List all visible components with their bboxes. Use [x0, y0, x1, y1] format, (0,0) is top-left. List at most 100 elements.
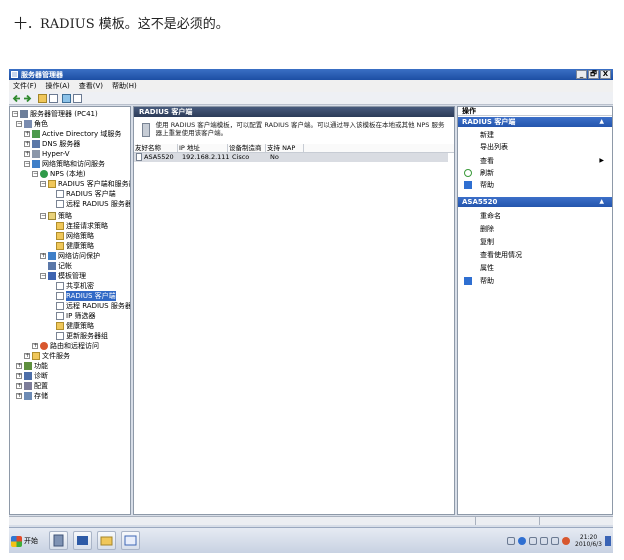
action-new[interactable]: 新建 [458, 129, 612, 141]
expand-icon[interactable]: + [24, 353, 30, 359]
features-icon [24, 362, 32, 370]
start-button[interactable]: 开始 [11, 534, 38, 548]
tree-item-radius-clients[interactable]: RADIUS 客户端 [56, 189, 116, 199]
column-friendly-name[interactable]: 友好名称 [134, 144, 178, 153]
tree-item-remediation-server-groups[interactable]: 更新服务器组 [56, 331, 108, 341]
tree-item-features[interactable]: + 功能 [16, 361, 48, 371]
menu-help[interactable]: 帮助(H) [112, 80, 137, 92]
taskbar-explorer-button[interactable] [97, 531, 116, 550]
action-export-list[interactable]: 导出列表 [458, 141, 612, 153]
column-ip-address[interactable]: IP 地址 [178, 144, 228, 153]
collapse-section-icon[interactable]: ▲ [599, 197, 604, 207]
up-folder-icon[interactable] [38, 94, 47, 103]
tree-item-file-services[interactable]: + 文件服务 [24, 351, 70, 361]
cell-ip-address: 192.168.2.111 [182, 153, 230, 161]
help-tray-icon[interactable] [518, 537, 527, 545]
collapse-icon[interactable]: − [40, 181, 46, 187]
taskbar-server-manager-button[interactable] [49, 531, 68, 550]
menu-action[interactable]: 操作(A) [46, 80, 70, 92]
actions-section-asa5520[interactable]: ASA5520 ▲ [458, 197, 612, 207]
expand-icon[interactable]: + [16, 383, 22, 389]
action-refresh[interactable]: 刷新 [458, 167, 612, 179]
collapse-icon[interactable]: − [32, 171, 38, 177]
action-help[interactable]: 帮助 [458, 179, 612, 191]
input-method-icon[interactable] [529, 537, 538, 545]
tree-item-nps-local[interactable]: − NPS (本地) [32, 169, 86, 179]
tree-item-active-directory[interactable]: + Active Directory 域服务 [24, 129, 121, 139]
restore-button[interactable]: 🗗 [588, 70, 599, 79]
action-view[interactable]: 查看 ▶ [458, 155, 612, 167]
expand-icon[interactable]: + [24, 131, 30, 137]
menu-file[interactable]: 文件(F) [13, 80, 37, 92]
tree-item-health-policies[interactable]: 健康策略 [56, 241, 94, 251]
column-nap-capable[interactable]: 支持 NAP [266, 144, 304, 153]
taskbar-app-button[interactable] [121, 531, 140, 550]
collapse-icon[interactable]: − [12, 111, 18, 117]
back-arrow-icon[interactable] [12, 94, 21, 103]
diagnostics-icon [24, 372, 32, 380]
actions-section-radius-clients[interactable]: RADIUS 客户端 ▲ [458, 117, 612, 127]
tree-item-storage[interactable]: + 存储 [16, 391, 48, 401]
show-desktop-icon[interactable] [605, 536, 611, 546]
tree-item-dns-server[interactable]: + DNS 服务器 [24, 139, 80, 149]
show-hide-action-pane-icon[interactable] [73, 94, 82, 103]
taskbar-clock[interactable]: 21:20 2010/6/3 [575, 534, 602, 548]
expand-icon[interactable]: + [40, 253, 46, 259]
show-hide-tree-icon[interactable] [49, 94, 58, 103]
table-row[interactable]: ASA5520 192.168.2.111 Cisco No [134, 153, 448, 162]
document-icon [56, 190, 64, 198]
collapse-icon[interactable]: − [40, 213, 46, 219]
collapse-icon[interactable]: − [40, 273, 46, 279]
collapse-icon[interactable]: − [16, 121, 22, 127]
tree-item-diagnostics[interactable]: + 诊断 [16, 371, 48, 381]
action-duplicate[interactable]: 复制 [458, 236, 612, 248]
action-view-usage[interactable]: 查看使用情况 [458, 249, 612, 261]
flag-icon[interactable] [540, 537, 549, 545]
tree-item-accounting[interactable]: 记帐 [48, 261, 72, 271]
tree-item-remote-radius-servers[interactable]: 远程 RADIUS 服务器 [56, 301, 130, 311]
selected-tree-label: RADIUS 客户端 [66, 291, 116, 301]
tree-item-configuration[interactable]: + 配置 [16, 381, 48, 391]
expand-icon[interactable]: + [24, 141, 30, 147]
forward-arrow-icon[interactable] [23, 94, 32, 103]
action-delete[interactable]: 删除 [458, 223, 612, 235]
expand-icon[interactable]: + [16, 363, 22, 369]
network-icon[interactable] [551, 537, 560, 545]
client-document-icon [136, 153, 142, 161]
tree-item-network-policy-access[interactable]: − 网络策略和访问服务 [24, 159, 105, 169]
close-button[interactable]: X [600, 70, 611, 79]
expand-icon[interactable]: + [16, 373, 22, 379]
tree-item-radius-clients-template[interactable]: RADIUS 客户端 [56, 291, 116, 301]
collapse-section-icon[interactable]: ▲ [599, 117, 604, 127]
tree-item-ip-filters[interactable]: IP 筛选器 [56, 311, 96, 321]
taskbar-powershell-button[interactable] [73, 531, 92, 550]
tree-item-shared-secrets[interactable]: 共享机密 [56, 281, 94, 291]
keyboard-icon[interactable] [507, 537, 516, 545]
tree-item-policies[interactable]: − 策略 [40, 211, 72, 221]
tree-item-network-access-protection[interactable]: + 网络访问保护 [40, 251, 100, 261]
system-tray: 21:20 2010/6/3 [507, 531, 611, 551]
tree-item-remote-radius-server-groups[interactable]: 远程 RADIUS 服务器组 [56, 199, 130, 209]
tree-item-health-policies-template[interactable]: 健康策略 [56, 321, 94, 331]
volume-icon[interactable] [562, 537, 571, 545]
window-title-bar[interactable]: 服务器管理器 _ 🗗 X [9, 69, 613, 80]
column-vendor[interactable]: 设备制造商 [228, 144, 266, 153]
expand-icon[interactable]: + [16, 393, 22, 399]
tree-item-routing-remote-access[interactable]: + 路由和远程访问 [32, 341, 99, 351]
menu-view[interactable]: 查看(V) [79, 80, 103, 92]
tree-item-roles[interactable]: − 角色 [16, 119, 48, 129]
tree-item-templates-management[interactable]: − 模板管理 [40, 271, 86, 281]
action-help-item[interactable]: 帮助 [458, 275, 612, 287]
action-rename[interactable]: 重命名 [458, 210, 612, 222]
tree-item-connection-request-policies[interactable]: 连接请求策略 [56, 221, 108, 231]
expand-icon[interactable]: + [32, 343, 38, 349]
minimize-button[interactable]: _ [576, 70, 587, 79]
tree-item-radius-clients-servers[interactable]: − RADIUS 客户端和服务器 [40, 179, 130, 189]
tree-item-hyper-v[interactable]: + Hyper-V [24, 149, 70, 159]
collapse-icon[interactable]: − [24, 161, 30, 167]
expand-icon[interactable]: + [24, 151, 30, 157]
action-properties[interactable]: 属性 [458, 262, 612, 274]
help-toolbar-icon[interactable] [62, 94, 71, 103]
tree-item-server-manager[interactable]: − 服务器管理器 (PC41) [12, 109, 98, 119]
tree-item-network-policies[interactable]: 网络策略 [56, 231, 94, 241]
